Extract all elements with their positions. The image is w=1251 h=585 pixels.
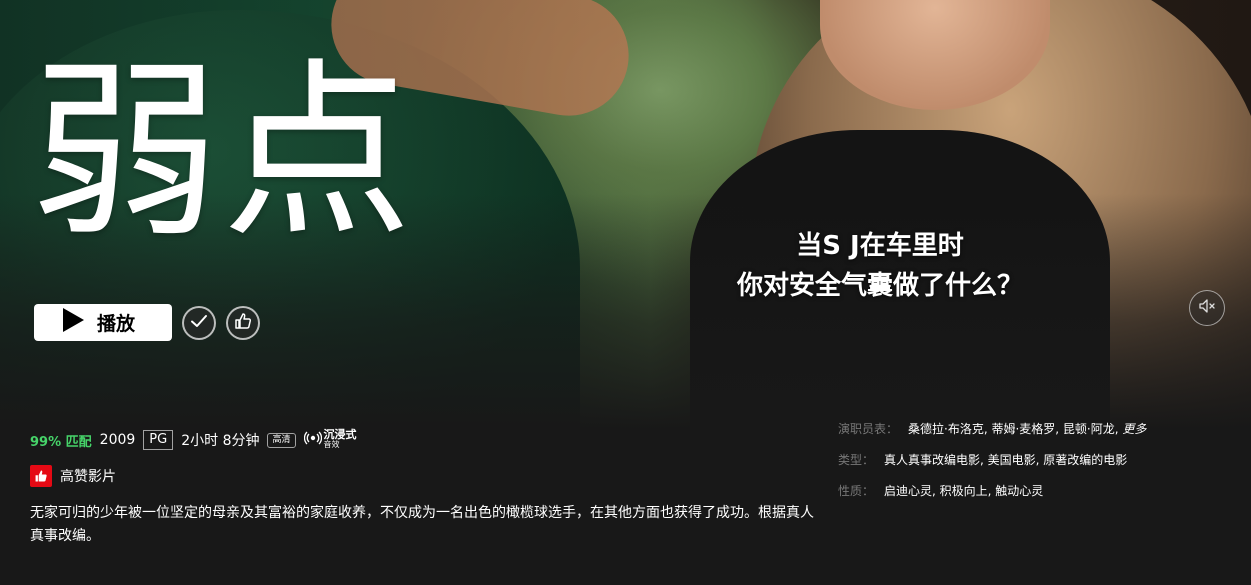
maturity-rating: PG: [143, 430, 174, 450]
spatial-audio-badge: 沉浸式 音效: [303, 428, 357, 451]
play-button[interactable]: 播放: [34, 304, 172, 341]
synopsis: 无家可归的少年被一位坚定的母亲及其富裕的家庭收养，不仅成为一名出色的橄榄球选手，…: [30, 505, 814, 544]
spatial-audio-line2: 音效: [323, 440, 340, 449]
details-panel: 演职员表： 桑德拉·布洛克, 蒂姆·麦格罗, 昆顿·阿龙, 更多 类型： 真人真事改…: [838, 421, 1238, 514]
traits-value[interactable]: 启迪心灵, 积极向上, 触动心灵: [884, 484, 1043, 498]
title-logo: 弱点: [30, 42, 415, 263]
check-icon: [190, 312, 208, 334]
thumbs-up-icon: [30, 465, 52, 487]
match-score: 99% 匹配: [30, 434, 92, 450]
cast-row: 演职员表： 桑德拉·布洛克, 蒂姆·麦格罗, 昆顿·阿龙, 更多: [838, 421, 1238, 437]
cast-value[interactable]: 桑德拉·布洛克, 蒂姆·麦格罗, 昆顿·阿龙,: [908, 422, 1122, 436]
genre-row: 类型： 真人真事改编电影, 美国电影, 原著改编的电影: [838, 452, 1238, 468]
metadata-row: 99% 匹配 2009 PG 2小时 8分钟 高清 沉浸式 音效: [30, 429, 357, 451]
spatial-audio-icon: [303, 429, 322, 451]
cast-label: 演职员表：: [838, 422, 899, 436]
spatial-audio-text: 沉浸式 音效: [323, 428, 357, 450]
spatial-audio-line1: 沉浸式: [323, 428, 357, 441]
mute-button[interactable]: [1189, 290, 1225, 326]
thumbs-up-icon: [234, 312, 252, 334]
duration: 2小时 8分钟: [181, 433, 260, 449]
release-year: 2009: [99, 432, 136, 448]
add-to-list-button[interactable]: [182, 305, 216, 340]
traits-label: 性质：: [838, 484, 875, 498]
genre-value[interactable]: 真人真事改编电影, 美国电影, 原著改编的电影: [884, 453, 1127, 467]
play-icon: [61, 307, 85, 338]
rate-button[interactable]: [226, 305, 260, 340]
subtitle-line: 当S J在车里时: [796, 231, 964, 261]
traits-row: 性质： 启迪心灵, 积极向上, 触动心灵: [838, 483, 1238, 499]
video-subtitle: 当S J在车里时 你对安全气囊做了什么？: [690, 226, 1070, 306]
cast-more-link[interactable]: 更多: [1122, 422, 1146, 436]
action-buttons: 播放: [34, 304, 260, 341]
top-rated-badge: 高赞影片: [30, 465, 116, 487]
genre-label: 类型：: [838, 453, 875, 467]
hd-badge: 高清: [267, 432, 296, 448]
subtitle-line: 你对安全气囊做了什么？: [736, 271, 1023, 301]
speaker-muted-icon: [1198, 297, 1216, 319]
badge-label: 高赞影片: [60, 469, 116, 485]
play-label: 播放: [96, 313, 135, 335]
